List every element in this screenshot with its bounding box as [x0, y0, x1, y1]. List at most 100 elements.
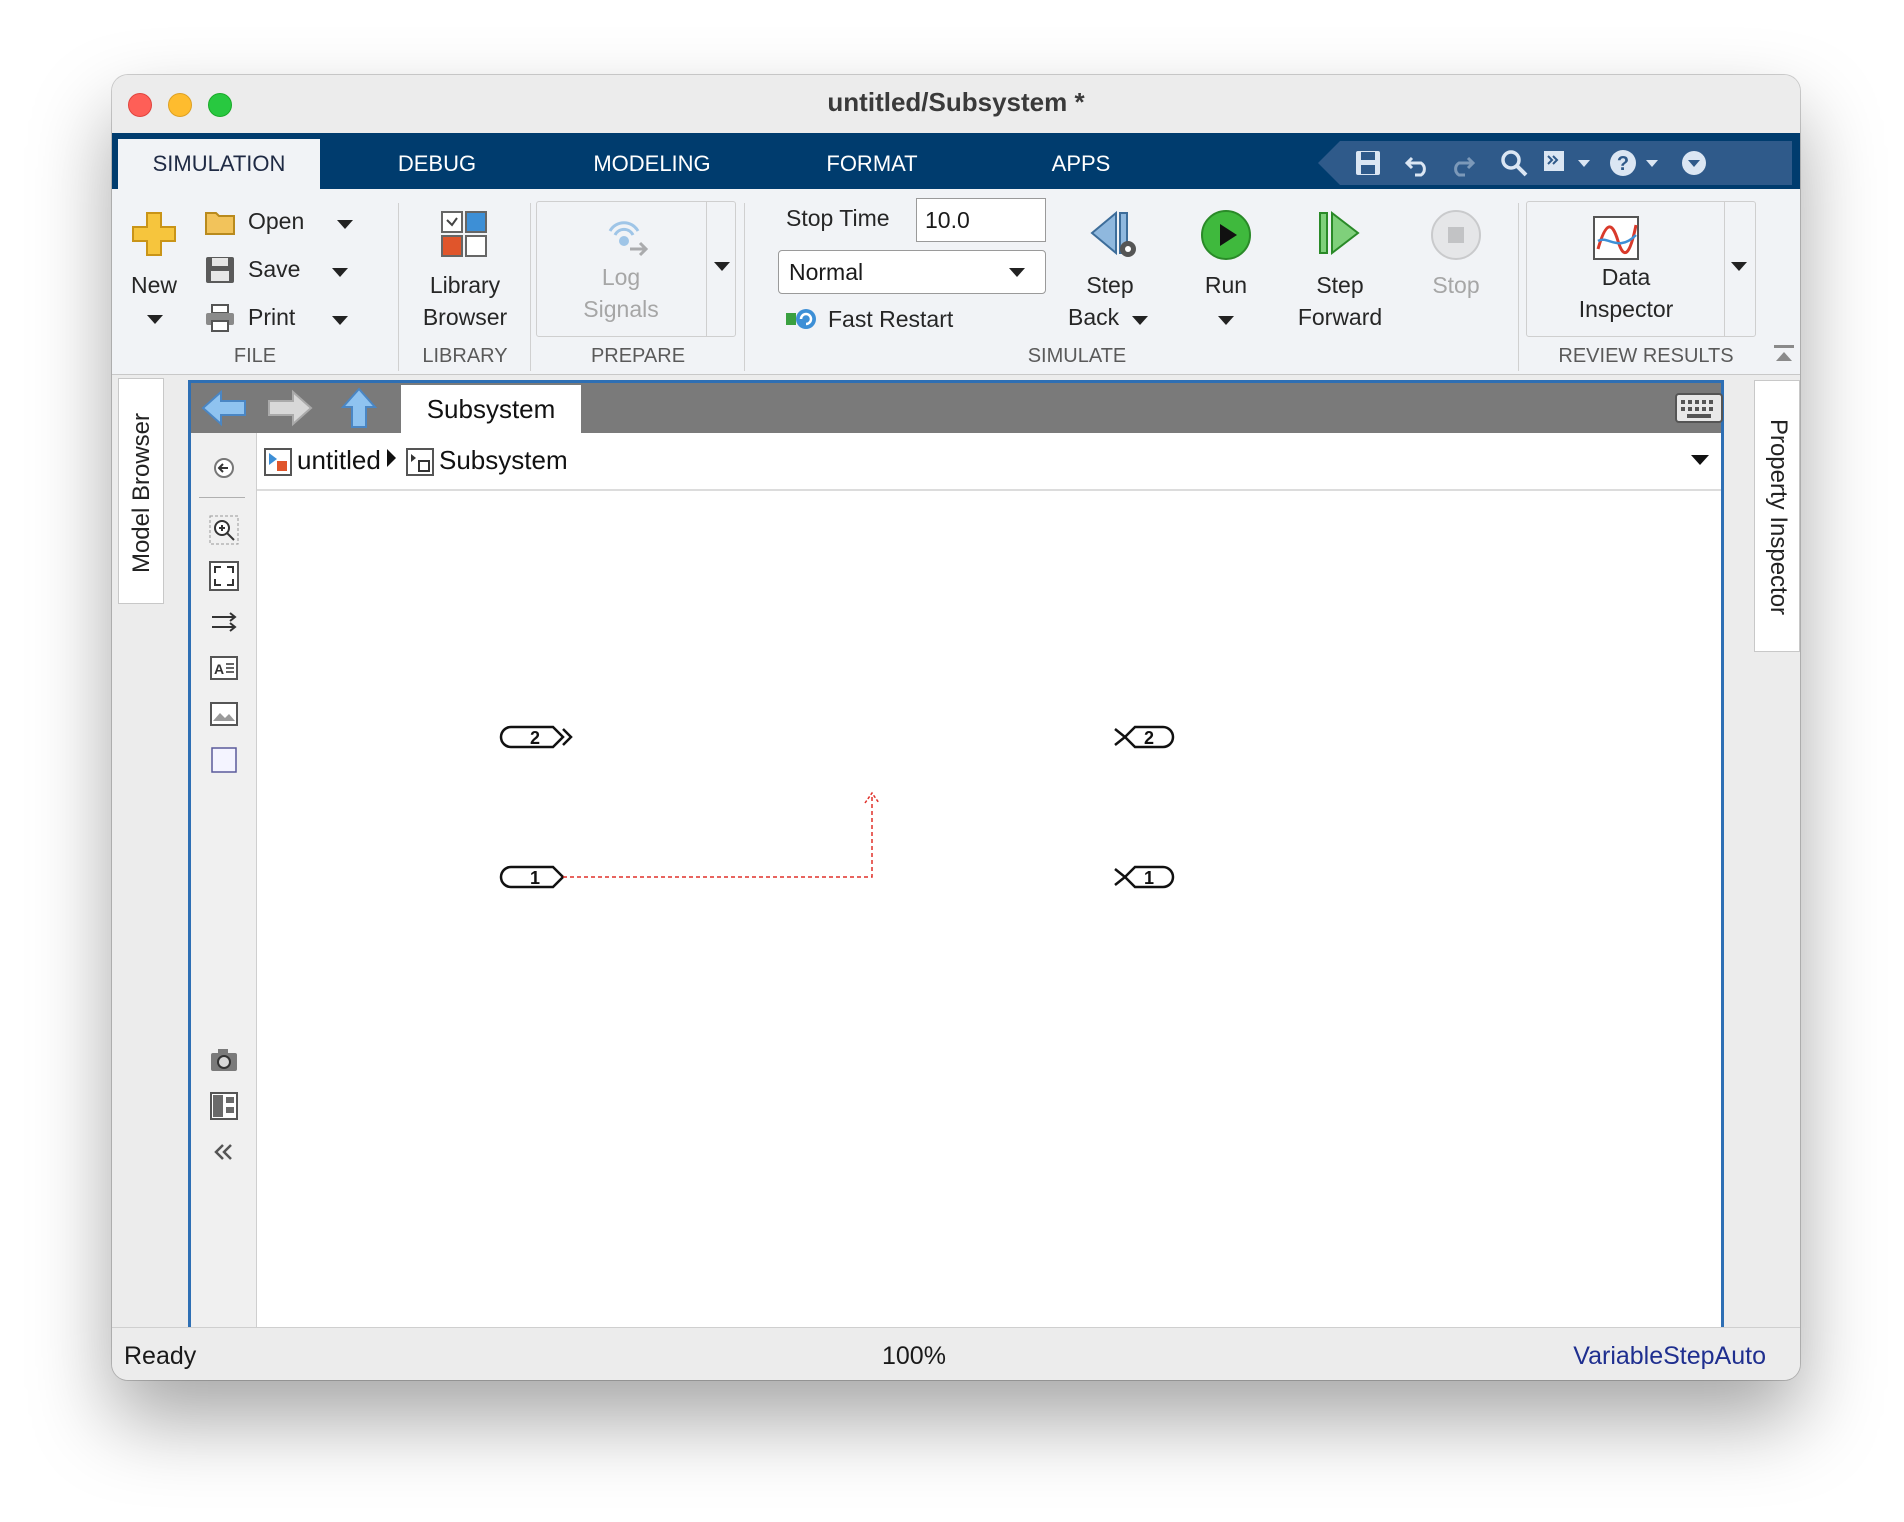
- save-model-icon: [204, 255, 236, 290]
- tab-subsystem[interactable]: Subsystem: [401, 385, 581, 433]
- step-forward-icon[interactable]: [1314, 209, 1364, 264]
- review-gallery-dropdown-icon[interactable]: [1731, 262, 1747, 271]
- stop-button-label[interactable]: Stop: [1408, 272, 1504, 299]
- save-dropdown-icon[interactable]: [332, 268, 348, 277]
- hide-palette-icon[interactable]: [209, 453, 239, 483]
- step-back-label-line2[interactable]: Back: [1068, 304, 1119, 331]
- run-button-label[interactable]: Run: [1176, 272, 1276, 299]
- step-back-icon[interactable]: [1086, 209, 1140, 264]
- apps-icon[interactable]: [1540, 141, 1596, 185]
- model-browser-tab[interactable]: Model Browser: [118, 378, 164, 604]
- outport-1-block[interactable]: 1: [1114, 865, 1175, 889]
- outport-2-label: 2: [1144, 728, 1154, 748]
- log-signals-label-line2[interactable]: Signals: [536, 296, 706, 323]
- zoom-level: 100%: [882, 1342, 946, 1370]
- area-icon[interactable]: [209, 745, 239, 775]
- step-forward-label-line1[interactable]: Step: [1288, 272, 1392, 299]
- diagram-svg: 2 1 2 1: [499, 725, 1175, 889]
- solver-link[interactable]: VariableStepAuto: [1573, 1342, 1766, 1371]
- outport-2-block[interactable]: 2: [1114, 725, 1175, 749]
- palette-divider: [199, 497, 245, 498]
- new-dropdown-icon[interactable]: [147, 315, 163, 324]
- open-button[interactable]: Open: [248, 208, 304, 235]
- breadcrumb: untitled Subsystem: [257, 433, 1721, 491]
- inport-1-block[interactable]: 1: [499, 865, 565, 889]
- collapse-palette-icon[interactable]: [209, 1137, 239, 1167]
- zoom-in-icon[interactable]: [209, 515, 239, 545]
- new-button-label[interactable]: New: [112, 272, 196, 299]
- tab-modeling[interactable]: MODELING: [572, 139, 732, 189]
- title-bar: untitled/Subsystem *: [112, 75, 1800, 133]
- library-browser-label-line1[interactable]: Library: [402, 272, 528, 299]
- help-icon[interactable]: ?: [1606, 141, 1666, 185]
- step-forward-label-line2[interactable]: Forward: [1288, 304, 1392, 331]
- group-title-prepare: PREPARE: [590, 345, 686, 367]
- breadcrumb-root[interactable]: untitled: [297, 445, 381, 476]
- new-model-icon[interactable]: [130, 210, 178, 263]
- route-lines-icon[interactable]: [209, 607, 239, 637]
- editor-nav-bar: Subsystem: [191, 383, 1723, 434]
- collapse-ribbon-icon[interactable]: [1772, 343, 1796, 370]
- ribbon-tab-bar: SIMULATION DEBUG MODELING FORMAT APPS ?: [112, 133, 1800, 189]
- step-back-dropdown-icon[interactable]: [1132, 316, 1148, 325]
- inport-2-block[interactable]: 2: [499, 725, 573, 749]
- annotation-icon[interactable]: A: [209, 653, 239, 683]
- stop-time-input[interactable]: 10.0: [916, 198, 1046, 242]
- fast-restart-button[interactable]: Fast Restart: [828, 306, 953, 333]
- print-dropdown-icon[interactable]: [332, 316, 348, 325]
- tab-apps[interactable]: APPS: [1026, 139, 1136, 189]
- breadcrumb-current[interactable]: Subsystem: [439, 445, 568, 476]
- redo-icon[interactable]: [1442, 141, 1482, 185]
- keyboard-icon[interactable]: [1675, 393, 1723, 428]
- property-inspector-tab[interactable]: Property Inspector: [1754, 380, 1800, 652]
- svg-text:?: ?: [1617, 153, 1629, 175]
- library-browser-label-line2[interactable]: Browser: [402, 304, 528, 331]
- search-icon[interactable]: [1494, 141, 1534, 185]
- simulink-window: untitled/Subsystem * SIMULATION DEBUG MO…: [112, 75, 1800, 1380]
- camera-icon[interactable]: [209, 1045, 239, 1075]
- model-canvas[interactable]: 2 1 2 1: [257, 493, 1721, 1327]
- back-arrow-icon[interactable]: [201, 389, 247, 432]
- save-button[interactable]: Save: [248, 256, 300, 283]
- print-button[interactable]: Print: [248, 304, 295, 331]
- svg-text:A: A: [214, 661, 224, 677]
- data-inspector-label-line2[interactable]: Inspector: [1526, 296, 1726, 323]
- breadcrumb-dropdown-icon[interactable]: [1691, 455, 1709, 465]
- stop-icon[interactable]: [1430, 209, 1482, 266]
- fast-restart-icon[interactable]: [784, 305, 818, 338]
- simulation-mode-select[interactable]: Normal: [778, 250, 1046, 294]
- model-hierarchy-icon[interactable]: [209, 1091, 239, 1121]
- expand-icon[interactable]: [1674, 141, 1714, 185]
- unconnected-signal-line[interactable]: [563, 795, 873, 878]
- inport-1-label: 1: [530, 868, 540, 888]
- property-inspector-label: Property Inspector: [1765, 418, 1792, 616]
- prepare-gallery-dropdown-icon[interactable]: [714, 262, 730, 271]
- run-dropdown-icon[interactable]: [1218, 316, 1234, 325]
- tab-debug[interactable]: DEBUG: [372, 139, 502, 189]
- model-editor: Subsystem A untitled Subsystem 2 1 2 1: [188, 380, 1724, 1330]
- data-inspector-label-line1[interactable]: Data: [1526, 264, 1726, 291]
- outport-1-label: 1: [1144, 868, 1154, 888]
- library-browser-icon[interactable]: [440, 210, 488, 263]
- data-inspector-icon[interactable]: [1592, 215, 1640, 266]
- status-text: Ready: [124, 1342, 197, 1370]
- group-separator: [398, 203, 399, 371]
- subsystem-icon: [405, 447, 435, 482]
- split-divider: [1724, 201, 1725, 337]
- fit-to-view-icon[interactable]: [209, 561, 239, 591]
- image-icon[interactable]: [209, 699, 239, 729]
- up-arrow-icon[interactable]: [340, 387, 378, 434]
- simulation-mode-value: Normal: [789, 259, 864, 285]
- tab-format[interactable]: FORMAT: [802, 139, 942, 189]
- save-icon[interactable]: [1348, 141, 1388, 185]
- step-back-label-line1[interactable]: Step: [1060, 272, 1160, 299]
- undo-icon[interactable]: [1398, 141, 1438, 185]
- quick-access-toolbar: ?: [1318, 141, 1792, 185]
- print-icon: [204, 303, 236, 338]
- forward-arrow-icon[interactable]: [267, 389, 313, 432]
- tab-simulation[interactable]: SIMULATION: [118, 139, 320, 189]
- open-dropdown-icon[interactable]: [337, 220, 353, 229]
- run-icon[interactable]: [1200, 209, 1252, 266]
- log-signals-label-line1[interactable]: Log: [536, 264, 706, 291]
- group-title-library: LIBRARY: [422, 345, 508, 367]
